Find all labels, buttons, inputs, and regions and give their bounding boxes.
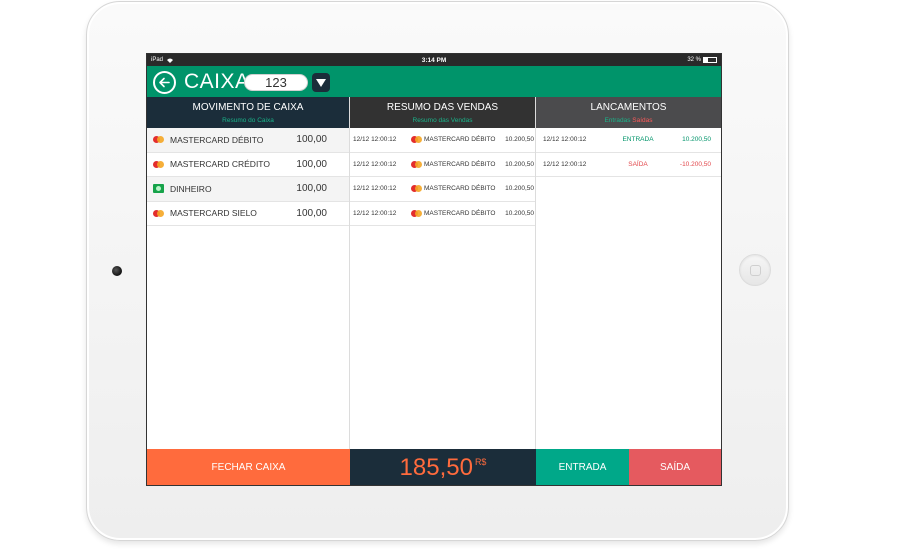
sale-card: MASTERCARD DÉBITO bbox=[424, 209, 496, 217]
triangle-down-icon bbox=[316, 78, 326, 87]
cash-icon bbox=[153, 184, 164, 194]
total-display: 185,50 R$ bbox=[350, 449, 536, 485]
caixa-dropdown-button[interactable] bbox=[312, 73, 330, 92]
lancamentos-subtitle: Entradas Saídas bbox=[536, 117, 721, 124]
mastercard-icon bbox=[411, 185, 422, 193]
mastercard-icon bbox=[153, 160, 164, 168]
item-value: 100,00 bbox=[296, 183, 327, 195]
list-item[interactable]: MASTERCARD SIELO 100,00 bbox=[147, 202, 349, 226]
entry-amount: -10.200,50 bbox=[679, 160, 711, 168]
battery-icon bbox=[703, 57, 717, 63]
entradas-filter[interactable]: Entradas bbox=[604, 117, 630, 124]
app-screen: iPad 3:14 PM 32 % CAIXA MOVIMENTO D bbox=[146, 53, 722, 486]
saida-button[interactable]: SAÍDA bbox=[629, 449, 721, 485]
list-item[interactable]: 12/12 12:00:12 MASTERCARD DÉBITO 10.200,… bbox=[350, 128, 535, 153]
saidas-filter[interactable]: Saídas bbox=[632, 117, 652, 124]
back-button[interactable] bbox=[153, 71, 176, 94]
item-label: MASTERCARD SIELO bbox=[170, 208, 257, 219]
item-value: 100,00 bbox=[296, 158, 327, 170]
list-item[interactable]: DINHEIRO 100,00 bbox=[147, 177, 349, 202]
vendas-panel: RESUMO DAS VENDAS Resumo das Vendas 12/1… bbox=[350, 97, 536, 449]
sale-date: 12/12 12:00:12 bbox=[353, 209, 397, 217]
lancamentos-header: LANCAMENTOS Entradas Saídas bbox=[536, 97, 721, 128]
content-columns: MOVIMENTO DE CAIXA Resumo do Caixa MASTE… bbox=[147, 97, 721, 449]
entry-date: 12/12 12:00:12 bbox=[543, 160, 587, 168]
list-item[interactable]: MASTERCARD DÉBITO 100,00 bbox=[147, 128, 349, 153]
footer-bar: FECHAR CAIXA 185,50 R$ ENTRADA SAÍDA bbox=[147, 449, 721, 485]
list-item[interactable]: 12/12 12:00:12 MASTERCARD DÉBITO 10.200,… bbox=[350, 202, 535, 226]
vendas-list: 12/12 12:00:12 MASTERCARD DÉBITO 10.200,… bbox=[350, 128, 535, 226]
list-item[interactable]: 12/12 12:00:12 MASTERCARD DÉBITO 10.200,… bbox=[350, 177, 535, 202]
movimento-title: MOVIMENTO DE CAIXA bbox=[192, 102, 304, 113]
vendas-title: RESUMO DAS VENDAS bbox=[386, 102, 499, 113]
mastercard-icon bbox=[411, 136, 422, 144]
sale-date: 12/12 12:00:12 bbox=[353, 185, 397, 193]
total-value: 185,50 bbox=[399, 453, 473, 481]
vendas-header: RESUMO DAS VENDAS Resumo das Vendas bbox=[350, 97, 535, 128]
entrada-button[interactable]: ENTRADA bbox=[536, 449, 629, 485]
vendas-subtitle: Resumo das Vendas bbox=[412, 117, 473, 124]
entry-date: 12/12 12:00:12 bbox=[543, 136, 587, 144]
list-item[interactable]: 12/12 12:00:12 MASTERCARD DÉBITO 10.200,… bbox=[350, 153, 535, 177]
app-header: CAIXA bbox=[147, 66, 721, 97]
movimento-header: MOVIMENTO DE CAIXA Resumo do Caixa bbox=[147, 97, 349, 128]
clock: 3:14 PM bbox=[421, 56, 447, 64]
movimento-subtitle: Resumo do Caixa bbox=[222, 117, 274, 124]
home-button[interactable] bbox=[739, 254, 771, 286]
item-value: 100,00 bbox=[296, 134, 327, 146]
fechar-caixa-button[interactable]: FECHAR CAIXA bbox=[147, 449, 350, 485]
lancamentos-list: 12/12 12:00:12 ENTRADA 10.200,50 12/12 1… bbox=[536, 128, 721, 177]
list-item[interactable]: 12/12 12:00:12 ENTRADA 10.200,50 bbox=[536, 128, 721, 153]
item-value: 100,00 bbox=[296, 207, 327, 219]
mastercard-icon bbox=[153, 136, 164, 144]
list-item[interactable]: 12/12 12:00:12 SAÍDA -10.200,50 bbox=[536, 153, 721, 177]
sale-date: 12/12 12:00:12 bbox=[353, 136, 397, 144]
lancamentos-panel: LANCAMENTOS Entradas Saídas 12/12 12:00:… bbox=[536, 97, 721, 449]
camera-icon bbox=[112, 266, 122, 276]
mastercard-icon bbox=[153, 209, 164, 217]
item-label: DINHEIRO bbox=[170, 183, 212, 194]
page-title: CAIXA bbox=[184, 70, 250, 93]
sale-amount: 10.200,50 bbox=[505, 136, 534, 144]
sale-card: MASTERCARD DÉBITO bbox=[424, 185, 496, 193]
list-item[interactable]: MASTERCARD CRÉDITO 100,00 bbox=[147, 153, 349, 177]
movimento-panel: MOVIMENTO DE CAIXA Resumo do Caixa MASTE… bbox=[147, 97, 350, 449]
entry-type: ENTRADA bbox=[622, 136, 654, 144]
mastercard-icon bbox=[411, 209, 422, 217]
movimento-list: MASTERCARD DÉBITO 100,00 MASTERCARD CRÉD… bbox=[147, 128, 349, 226]
entry-amount: 10.200,50 bbox=[682, 136, 711, 144]
mastercard-icon bbox=[411, 160, 422, 168]
status-bar: iPad 3:14 PM 32 % bbox=[147, 54, 721, 66]
caixa-number-input[interactable] bbox=[244, 74, 308, 91]
home-square-icon bbox=[750, 265, 761, 276]
item-label: MASTERCARD DÉBITO bbox=[170, 134, 264, 145]
sale-amount: 10.200,50 bbox=[505, 209, 534, 217]
sale-date: 12/12 12:00:12 bbox=[353, 160, 397, 168]
entry-type: SAÍDA bbox=[628, 160, 648, 168]
lancamentos-title: LANCAMENTOS bbox=[590, 102, 667, 113]
arrow-left-icon bbox=[159, 77, 170, 88]
sale-amount: 10.200,50 bbox=[505, 160, 534, 168]
sale-card: MASTERCARD DÉBITO bbox=[424, 160, 496, 168]
currency-label: R$ bbox=[474, 456, 487, 467]
sale-card: MASTERCARD DÉBITO bbox=[424, 136, 496, 144]
item-label: MASTERCARD CRÉDITO bbox=[170, 159, 270, 170]
sale-amount: 10.200,50 bbox=[505, 185, 534, 193]
